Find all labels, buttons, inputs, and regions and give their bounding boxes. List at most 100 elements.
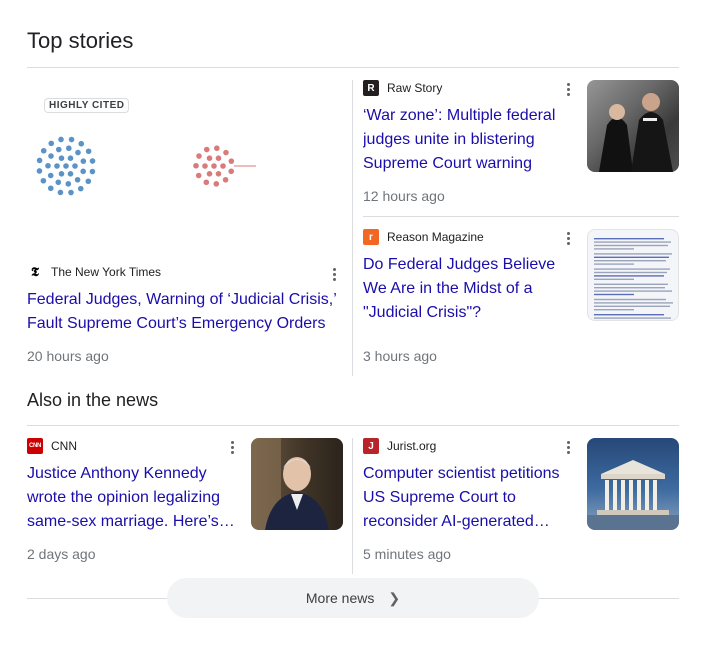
more-options-icon[interactable]	[224, 439, 240, 455]
reason-logo-icon: r	[363, 229, 379, 245]
blue-dot-cluster	[36, 136, 96, 196]
timestamp: 12 hours ago	[363, 188, 445, 204]
citation-dot	[47, 172, 54, 179]
source-cnn[interactable]: CNN CNN	[27, 438, 77, 454]
supreme-court-building-icon	[587, 460, 679, 530]
source-name: Reason Magazine	[387, 230, 484, 244]
citation-dot	[195, 172, 202, 179]
document-text-line	[594, 271, 667, 274]
document-text-line	[594, 275, 664, 277]
headline-link[interactable]: Justice Anthony Kennedy wrote the opinio…	[27, 462, 239, 534]
citation-dot	[68, 189, 74, 196]
chevron-right-icon: ❯	[388, 589, 401, 606]
column-divider	[352, 438, 353, 574]
portrait-photo-icon	[251, 438, 329, 530]
document-text-line	[594, 314, 664, 316]
citation-dot	[67, 170, 74, 177]
judges-photo-icon	[587, 80, 679, 172]
citation-dot	[54, 163, 60, 169]
supreme-court-building-photo-thumbnail[interactable]	[587, 438, 679, 530]
citation-dot	[40, 177, 47, 184]
source-reason[interactable]: r Reason Magazine	[363, 229, 484, 245]
citation-dot	[36, 157, 43, 164]
source-name: Jurist.org	[387, 439, 437, 453]
document-text-line	[594, 244, 668, 247]
citation-dot	[211, 163, 217, 169]
nyt-logo-icon: 𝕿	[27, 264, 43, 280]
citation-dot	[48, 153, 54, 159]
citation-dot	[80, 168, 86, 175]
citation-dot	[47, 185, 54, 192]
document-text-line	[594, 287, 665, 289]
citation-dot	[58, 170, 65, 177]
more-news-label: More news	[305, 590, 375, 606]
document-text-line	[594, 241, 671, 243]
source-jurist[interactable]: J Jurist.org	[363, 438, 436, 454]
citation-dot	[80, 158, 87, 164]
headline-link[interactable]: ‘War zone’: Multiple federal judges unit…	[363, 104, 577, 176]
citation-dot	[72, 163, 78, 169]
column-divider	[352, 80, 353, 376]
citation-dot	[203, 179, 210, 186]
document-text-line	[594, 290, 672, 292]
citation-dot	[75, 149, 81, 156]
citation-dot	[206, 155, 213, 162]
divider	[363, 216, 679, 217]
cnn-logo-icon: CNN	[27, 438, 43, 454]
citation-dot	[193, 162, 199, 169]
section-title-also-in-news: Also in the news	[27, 390, 159, 410]
more-options-icon[interactable]	[560, 230, 576, 246]
citation-dot	[203, 146, 210, 153]
divider	[27, 425, 679, 426]
jurist-logo-icon: J	[363, 438, 379, 454]
more-options-icon[interactable]	[326, 266, 342, 282]
document-text-line	[594, 283, 668, 285]
citation-dot	[45, 162, 51, 169]
citation-dot	[206, 170, 213, 177]
headline-link[interactable]: Computer scientist petitions US Supreme …	[363, 462, 575, 534]
citation-dot	[55, 146, 62, 153]
more-options-icon[interactable]	[560, 81, 576, 97]
document-text-line	[594, 305, 670, 307]
document-text-line	[594, 298, 666, 301]
section-title-top-stories: Top stories	[27, 28, 134, 53]
document-photo-thumbnail[interactable]	[587, 229, 679, 321]
citation-dot	[89, 168, 96, 175]
document-photo-icon	[594, 238, 673, 319]
document-text-line	[594, 293, 634, 296]
judges-photo-thumbnail[interactable]	[587, 80, 679, 172]
source-nyt[interactable]: 𝕿 The New York Times	[27, 264, 161, 280]
portrait-photo-thumbnail[interactable]	[251, 438, 343, 530]
citation-dot	[67, 155, 74, 162]
featured-headline-link[interactable]: Federal Judges, Warning of ‘Judicial Cri…	[27, 288, 339, 336]
citation-dot	[222, 176, 229, 183]
document-text-line	[594, 317, 671, 319]
citation-dot	[40, 147, 47, 154]
timestamp: 3 hours ago	[363, 348, 437, 364]
more-news-button[interactable]: More news ❯	[167, 578, 539, 618]
citation-dot	[58, 155, 65, 162]
document-text-line	[594, 238, 664, 240]
citation-dot	[77, 185, 84, 192]
citation-dot	[66, 145, 72, 152]
source-name: The New York Times	[51, 265, 162, 279]
citation-dot	[213, 181, 220, 187]
citation-dot	[55, 179, 62, 186]
source-name: Raw Story	[387, 81, 443, 95]
citation-dot	[57, 189, 64, 196]
citation-dot	[220, 163, 226, 169]
source-raw-story[interactable]: R Raw Story	[363, 80, 442, 96]
citation-dot	[202, 163, 208, 169]
document-text-line	[594, 302, 673, 304]
document-text-line	[594, 248, 634, 250]
citation-dot	[74, 176, 81, 183]
source-name: CNN	[51, 439, 77, 453]
document-text-line	[594, 263, 634, 265]
more-options-icon[interactable]	[560, 439, 576, 455]
citation-dot	[89, 158, 96, 164]
citation-dot	[78, 140, 85, 147]
headline-link[interactable]: Do Federal Judges Believe We Are in the …	[363, 253, 581, 325]
citation-dot	[36, 168, 43, 174]
citation-dot	[223, 149, 229, 156]
citation-dot	[85, 178, 92, 185]
